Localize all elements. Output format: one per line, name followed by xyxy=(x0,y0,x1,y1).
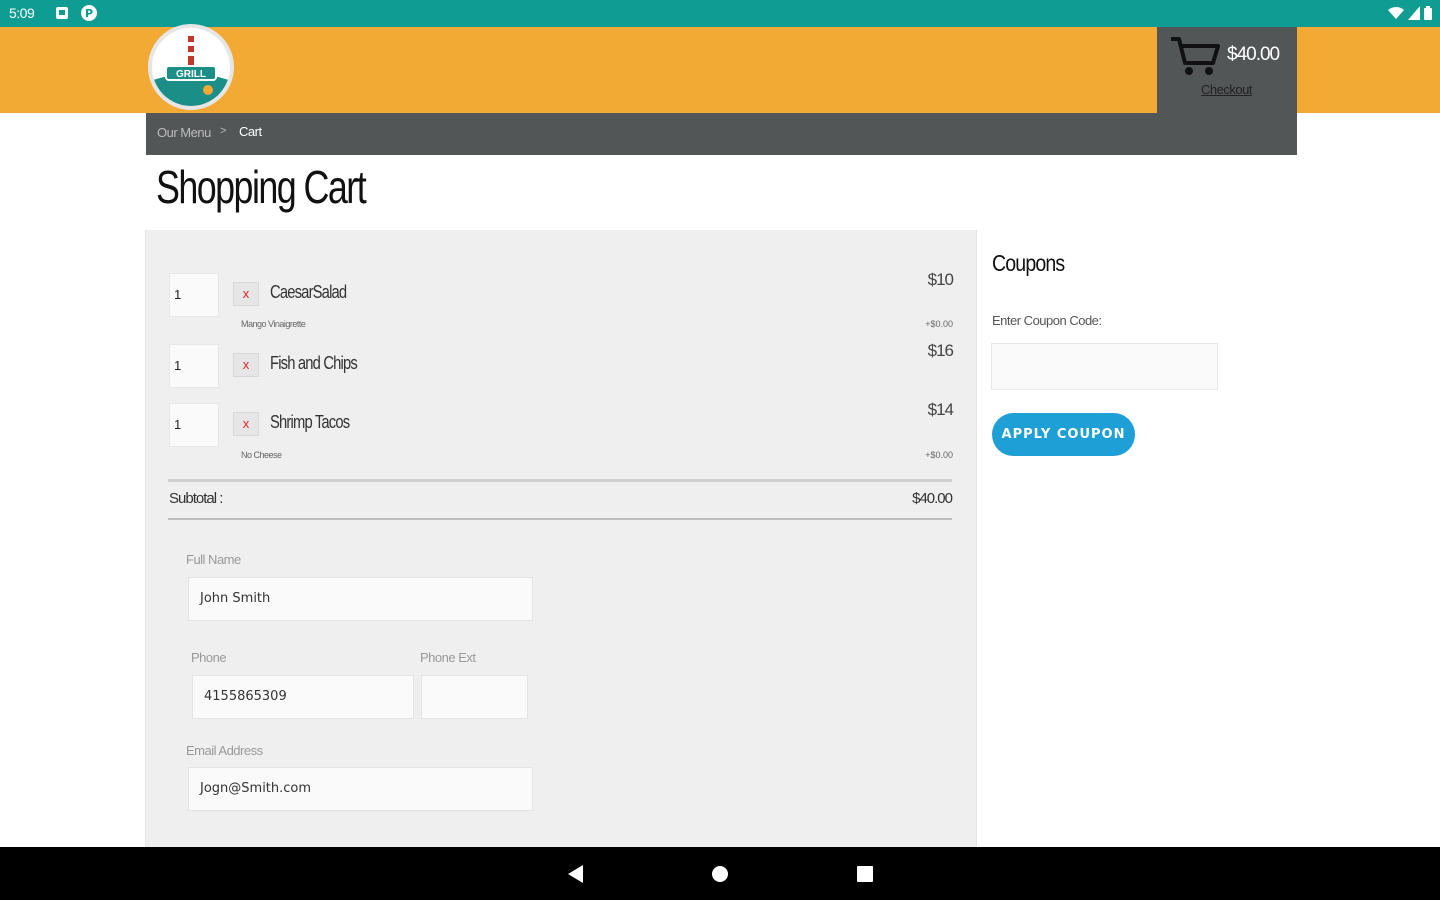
p-badge-icon: P xyxy=(81,5,97,21)
svg-text:P: P xyxy=(85,7,93,20)
item-price: $16 xyxy=(927,341,954,360)
quantity-input[interactable]: 1 xyxy=(169,403,219,447)
coupon-code-label: Enter Coupon Code: xyxy=(992,313,1102,328)
cart-total: $40.00 xyxy=(1227,44,1280,65)
phone-ext-label: Phone Ext xyxy=(420,650,476,665)
apply-coupon-button[interactable]: APPLY COUPON xyxy=(992,413,1135,456)
battery-icon xyxy=(1424,6,1432,20)
remove-item-button[interactable]: x xyxy=(233,282,259,306)
system-nav-bar xyxy=(0,847,1440,900)
coupon-code-input[interactable] xyxy=(991,343,1218,390)
lighthouse-logo-icon: GRILL xyxy=(153,29,229,106)
breadcrumb: Our Menu > Cart xyxy=(146,113,1297,155)
quantity-input[interactable]: 1 xyxy=(169,273,219,317)
item-name: Fish and Chips xyxy=(270,353,358,373)
item-note: No Cheese xyxy=(241,450,282,460)
email-label: Email Address xyxy=(186,743,263,758)
item-price: $14 xyxy=(927,400,954,419)
breadcrumb-current: Cart xyxy=(239,124,262,139)
full-name-field[interactable]: John Smith xyxy=(188,577,533,621)
subtotal-value: $40.00 xyxy=(912,490,953,507)
remove-x-icon: x xyxy=(242,286,250,301)
phone-label: Phone xyxy=(191,650,227,665)
checkout-link[interactable]: Checkout xyxy=(1201,82,1252,97)
signal-icon xyxy=(1408,6,1420,20)
breadcrumb-separator: > xyxy=(220,125,227,137)
status-right-icons xyxy=(1388,6,1432,20)
logo-text: GRILL xyxy=(176,69,206,80)
wifi-icon xyxy=(1388,7,1404,19)
back-icon[interactable] xyxy=(566,864,584,884)
site-logo[interactable]: GRILL xyxy=(148,24,234,110)
status-bar: 5:09 P xyxy=(0,0,1440,27)
item-name: CaesarSalad xyxy=(270,282,347,302)
recents-icon[interactable] xyxy=(856,865,874,883)
email-field[interactable]: Jogn@Smith.com xyxy=(188,767,533,811)
remove-item-button[interactable]: x xyxy=(233,353,259,377)
divider xyxy=(168,479,952,482)
remove-x-icon: x xyxy=(242,357,250,372)
notification-box-icon xyxy=(56,7,68,19)
coupons-title: Coupons xyxy=(992,250,1065,276)
remove-x-icon: x xyxy=(242,416,250,431)
subtotal-label: Subtotal : xyxy=(169,490,223,507)
divider xyxy=(168,518,952,520)
item-price: $10 xyxy=(927,270,954,289)
phone-ext-field[interactable] xyxy=(421,675,528,719)
item-note: Mango Vinaigrette xyxy=(241,319,306,329)
phone-field[interactable]: 4155865309 xyxy=(192,675,414,719)
quantity-input[interactable]: 1 xyxy=(169,344,219,388)
remove-item-button[interactable]: x xyxy=(233,412,259,436)
page-title: Shopping Cart xyxy=(156,161,367,213)
item-name: Shrimp Tacos xyxy=(270,412,350,432)
breadcrumb-our-menu[interactable]: Our Menu xyxy=(157,125,211,140)
shopping-cart-icon xyxy=(1171,37,1220,75)
full-name-label: Full Name xyxy=(186,552,241,567)
cart-panel: 1 x CaesarSalad Mango Vinaigrette $10 +$… xyxy=(145,230,977,850)
item-extra-price: +$0.00 xyxy=(925,319,953,329)
home-icon[interactable] xyxy=(711,865,729,883)
status-time: 5:09 xyxy=(9,5,35,21)
item-extra-price: +$0.00 xyxy=(925,450,953,460)
